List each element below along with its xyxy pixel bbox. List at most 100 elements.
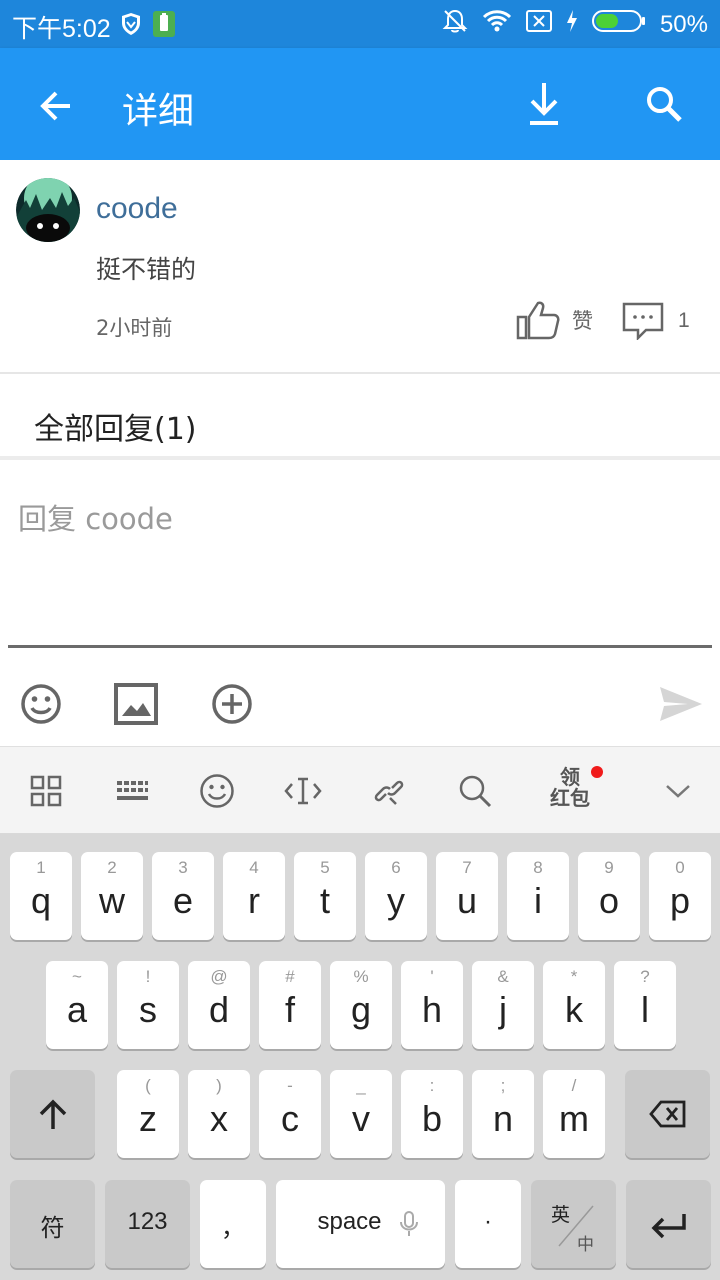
key-p[interactable]: 0p	[649, 852, 711, 940]
microphone-icon	[400, 1211, 418, 1236]
avatar[interactable]	[16, 178, 80, 242]
page-title: 详细	[122, 91, 195, 132]
key-f[interactable]: # f	[259, 961, 321, 1049]
key-h[interactable]: ' h	[401, 961, 463, 1049]
cursor-button[interactable]	[281, 769, 325, 813]
key-l[interactable]: ? l	[614, 961, 676, 1049]
text-cursor-icon	[284, 777, 322, 805]
key-q[interactable]: 1q	[10, 852, 72, 940]
enter-icon	[651, 1214, 686, 1239]
keyboard-icon	[117, 781, 148, 800]
kb-search-button[interactable]	[453, 769, 497, 813]
notification-dot	[591, 766, 603, 778]
key-j[interactable]: & j	[472, 961, 534, 1049]
symbols-key[interactable]: 符	[10, 1180, 95, 1268]
key-v[interactable]: _ v	[330, 1070, 392, 1158]
battery-icon	[591, 9, 646, 40]
link-button[interactable]	[367, 769, 411, 813]
key-c[interactable]: -c	[259, 1070, 321, 1158]
keyboard-toolbar: 领 红包	[0, 746, 720, 834]
backspace-key[interactable]	[625, 1070, 710, 1158]
key-u[interactable]: 7u	[436, 852, 498, 940]
key-t[interactable]: 5t	[294, 852, 356, 940]
chevron-down-icon	[666, 785, 690, 798]
comment-card: coode 挺不错的 2小时前 赞 1	[0, 160, 720, 373]
comment-text: 挺不错的	[96, 255, 197, 284]
smiley-icon	[200, 774, 234, 808]
charging-icon	[566, 10, 578, 39]
key-z[interactable]: (z	[117, 1070, 179, 1158]
numbers-key[interactable]: 123	[105, 1180, 190, 1268]
key-o[interactable]: 9o	[578, 852, 640, 940]
key-y[interactable]: 6y	[365, 852, 427, 940]
divider	[0, 372, 720, 374]
kb-emoji-button[interactable]	[195, 769, 239, 813]
space-key[interactable]: space	[276, 1180, 445, 1268]
key-x[interactable]: ) x	[188, 1070, 250, 1158]
status-time: 下午5:02	[12, 15, 111, 43]
plus-circle-icon	[212, 684, 252, 724]
replies-header: 全部回复(1)	[34, 412, 197, 447]
key-s[interactable]: ! s	[117, 961, 179, 1049]
key-e[interactable]: 3e	[152, 852, 214, 940]
download-button[interactable]	[518, 78, 570, 130]
app-bar: 详细	[0, 48, 720, 160]
key-n[interactable]: ; n	[472, 1070, 534, 1158]
apps-button[interactable]	[24, 769, 68, 813]
battery-saver-icon	[153, 11, 175, 41]
key-w[interactable]: 2w	[81, 852, 143, 940]
divider	[0, 456, 720, 460]
send-button[interactable]	[656, 681, 706, 727]
key-b[interactable]: :b	[401, 1070, 463, 1158]
comment-icon	[622, 302, 664, 340]
status-right: 50%	[442, 8, 708, 41]
key-d[interactable]: @ d	[188, 961, 250, 1049]
shift-arrow-icon	[39, 1099, 67, 1129]
collapse-keyboard-button[interactable]	[656, 769, 700, 813]
wifi-icon	[482, 9, 512, 40]
reply-count: 1	[678, 309, 690, 332]
mute-bell-icon	[442, 8, 468, 41]
reply-button[interactable]: 1	[622, 302, 690, 340]
battery-percent: 50%	[659, 10, 708, 38]
key-a[interactable]: ~ a	[46, 961, 108, 1049]
link-icon	[374, 780, 404, 805]
smiley-icon	[21, 684, 61, 724]
status-bar: 下午5:02 50%	[0, 0, 720, 48]
username[interactable]: coode	[96, 192, 178, 226]
more-button[interactable]	[209, 681, 255, 727]
language-toggle-key[interactable]: 英 中	[531, 1180, 616, 1268]
search-button[interactable]	[638, 78, 690, 130]
comment-time: 2小时前	[96, 316, 173, 340]
like-label: 赞	[572, 309, 593, 333]
reply-toolbar	[0, 651, 720, 746]
shift-key[interactable]	[10, 1070, 95, 1158]
no-sim-icon	[525, 10, 552, 39]
redpacket-label-top: 领	[560, 765, 580, 789]
enter-key[interactable]	[626, 1180, 711, 1268]
redpacket-button[interactable]: 领 红包	[548, 767, 592, 817]
image-button[interactable]	[113, 681, 159, 727]
backspace-icon	[649, 1100, 686, 1128]
like-button[interactable]: 赞	[516, 300, 593, 340]
send-icon	[660, 687, 702, 721]
period-key[interactable]: ·	[455, 1180, 521, 1268]
reply-input[interactable]	[8, 462, 712, 648]
shield-icon	[120, 12, 142, 40]
key-r[interactable]: 4r	[223, 852, 285, 940]
grid-icon	[30, 775, 62, 807]
emoji-button[interactable]	[18, 681, 64, 727]
image-icon	[114, 683, 158, 725]
download-icon	[530, 83, 558, 125]
key-k[interactable]: * k	[543, 961, 605, 1049]
key-i[interactable]: 8i	[507, 852, 569, 940]
arrow-left-icon	[40, 91, 70, 121]
search-icon	[647, 87, 682, 122]
keyboard-switch-button[interactable]	[110, 769, 154, 813]
key-g[interactable]: % g	[330, 961, 392, 1049]
key-m[interactable]: / m	[543, 1070, 605, 1158]
search-icon	[459, 775, 492, 808]
redpacket-label-bottom: 红包	[550, 786, 590, 810]
back-button[interactable]	[30, 80, 82, 132]
thumbs-up-icon	[516, 301, 560, 340]
